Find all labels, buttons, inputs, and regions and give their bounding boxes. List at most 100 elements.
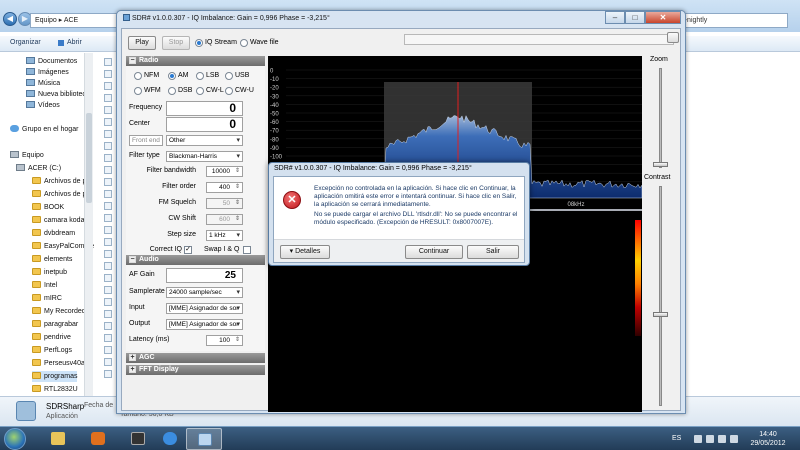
tree-item[interactable]: pendrive [32,332,71,343]
fft-panel-header[interactable]: + FFT Display [126,365,265,375]
tree-item[interactable]: elements [32,254,72,265]
back-icon[interactable]: ◀ [3,12,17,26]
tree-item[interactable]: Nueva biblioteca [26,89,90,100]
file-icon[interactable] [104,118,112,126]
file-icon[interactable] [104,334,112,342]
contrast-slider-thumb[interactable] [653,312,668,317]
file-icon[interactable] [104,322,112,330]
exit-button[interactable]: Salir [467,245,519,259]
details-button[interactable]: ▾ Detalles [280,245,330,259]
mode-dsb-radio[interactable] [168,87,176,95]
stop-button[interactable]: Stop [162,36,190,50]
tree-item[interactable]: PerfLogs [32,345,72,356]
file-icon[interactable] [104,58,112,66]
mode-cwu-radio[interactable] [225,87,233,95]
network-icon[interactable] [718,435,726,443]
organize-menu[interactable]: Organizar [10,39,41,46]
audio-panel-header[interactable]: − Audio [126,255,265,265]
tree-item[interactable]: inetpub [32,267,67,278]
mode-usb-radio[interactable] [225,72,233,80]
continue-button[interactable]: Continuar [405,245,463,259]
tray-arrow-icon[interactable] [694,435,702,443]
mode-lsb-radio[interactable] [196,72,204,80]
tree-item[interactable]: My Recorded F [32,306,92,317]
maximize-button[interactable]: □ [625,11,645,24]
radio-panel-header[interactable]: − Radio [126,56,265,66]
zoom-slider[interactable] [659,68,662,168]
tree-item[interactable]: Documentos [26,56,77,67]
file-icon[interactable] [104,202,112,210]
scrollbar-thumb[interactable] [86,113,92,203]
zoom-slider-thumb[interactable] [653,162,668,167]
taskbar-app[interactable] [120,428,156,450]
tree-item[interactable]: paragrabar [32,319,78,330]
file-icon[interactable] [104,130,112,138]
mode-cwl-radio[interactable] [196,87,204,95]
contrast-slider[interactable] [659,186,662,406]
file-icon[interactable] [104,190,112,198]
tree-item[interactable]: ACER (C:) [16,163,61,174]
file-icon[interactable] [104,370,112,378]
latency-input[interactable]: 100 [206,335,243,346]
fm-squelch-input[interactable]: 50 [206,198,243,209]
flag-icon[interactable] [706,435,714,443]
wave-file-path-field[interactable] [404,34,674,45]
center-input[interactable]: 0 [166,117,243,132]
tree-item[interactable]: Imágenes [26,67,69,78]
iq-stream-radio[interactable] [195,39,203,47]
mode-am-radio[interactable] [168,72,176,80]
samplerate-select[interactable]: 24000 sample/sec [166,287,243,298]
taskbar-internet-explorer[interactable] [152,428,188,450]
clock[interactable]: 14:40 29/05/2012 [748,430,788,448]
file-icon[interactable] [104,346,112,354]
af-gain-input[interactable]: 25 [166,268,243,283]
correct-iq-checkbox[interactable]: ✓ [184,246,192,254]
output-device-select[interactable]: [MME] Asignador de sor [166,319,243,330]
cw-shift-input[interactable]: 600 [206,214,243,225]
tree-item[interactable]: Perseusv40a [32,358,85,369]
tree-item[interactable]: Vídeos [26,100,60,111]
tree-item[interactable]: dvbdream [32,228,75,239]
file-icon[interactable] [104,106,112,114]
file-icon[interactable] [104,82,112,90]
volume-icon[interactable] [730,435,738,443]
file-icon[interactable] [104,298,112,306]
frequency-input[interactable]: 0 [166,101,243,116]
taskbar-sdrsharp[interactable] [186,428,222,450]
tree-item[interactable]: camara kodak [32,215,88,226]
file-icon[interactable] [104,250,112,258]
mode-wfm-radio[interactable] [134,87,142,95]
step-size-select[interactable]: 1 kHz [206,230,243,241]
tree-item[interactable]: Equipo [10,150,44,161]
swap-iq-checkbox[interactable] [243,246,251,254]
tree-item[interactable]: Música [26,78,60,89]
tree-item[interactable]: programas [32,371,78,382]
language-indicator[interactable]: ES [672,435,681,442]
minimize-button[interactable]: – [605,11,625,24]
breadcrumb-acer[interactable]: ACE [64,17,78,24]
mode-nfm-radio[interactable] [134,72,142,80]
file-icon[interactable] [104,226,112,234]
start-button[interactable] [4,428,26,450]
play-button[interactable]: Play [128,36,156,50]
file-icon[interactable] [104,262,112,270]
file-icon[interactable] [104,94,112,102]
agc-panel-header[interactable]: + AGC [126,353,265,363]
file-icon[interactable] [104,358,112,366]
file-icon[interactable] [104,154,112,162]
collapse-icon[interactable]: − [129,256,136,263]
tree-item[interactable]: Intel [32,280,57,291]
file-icon[interactable] [104,166,112,174]
open-menu[interactable]: Abrir [67,39,82,46]
breadcrumb-equipo[interactable]: Equipo [35,17,57,24]
taskbar-media-player[interactable] [80,428,116,450]
file-icon[interactable] [104,310,112,318]
filter-type-select[interactable]: Blackman-Harris [166,151,243,162]
close-button[interactable]: ✕ [645,11,681,24]
tree-item[interactable]: Grupo en el hogar [10,124,78,135]
file-icon[interactable] [104,286,112,294]
expand-icon[interactable]: + [129,366,136,373]
address-bar[interactable]: Equipo ▸ ACE [30,13,120,28]
file-icon[interactable] [104,214,112,222]
browse-button[interactable] [667,32,679,43]
